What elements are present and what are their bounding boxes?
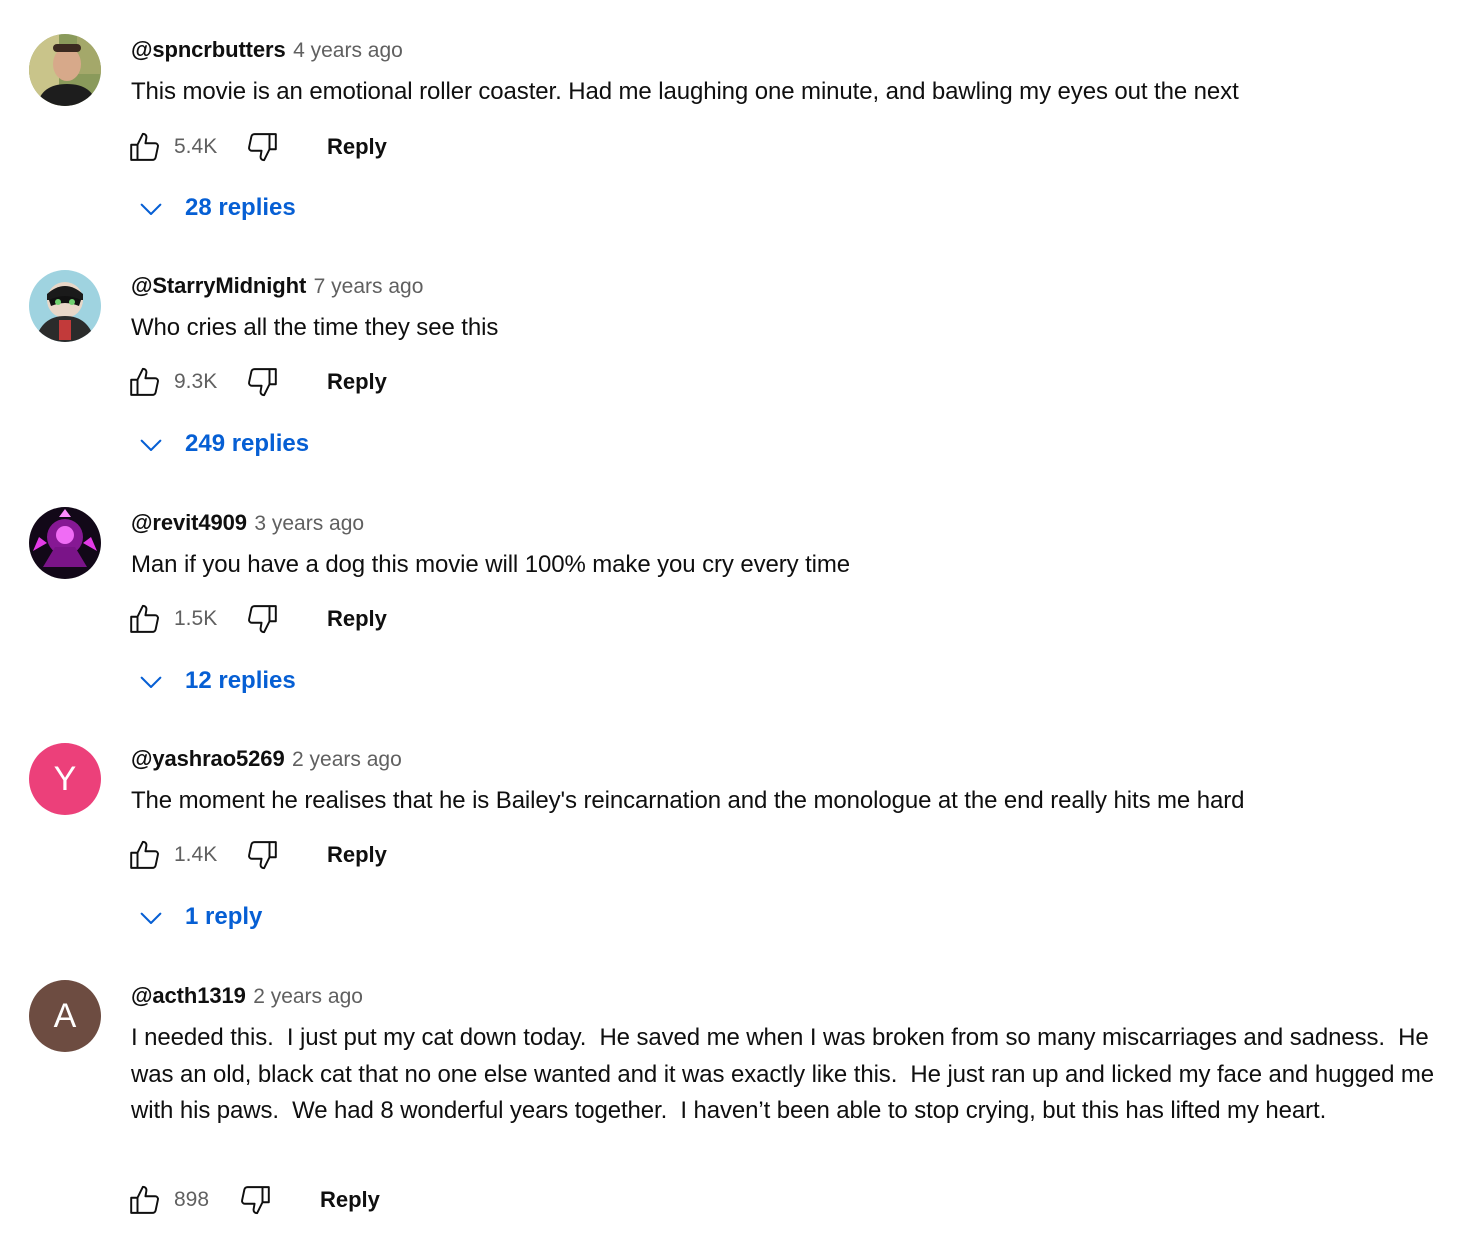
comment-actions: 5.4K Reply bbox=[127, 129, 527, 169]
thumb-down-icon[interactable] bbox=[244, 601, 280, 637]
avatar[interactable]: A bbox=[29, 980, 101, 1052]
comment-actions: 1.5K Reply bbox=[127, 601, 527, 641]
comment-header: @acth1319 2 years ago bbox=[131, 980, 363, 1012]
comment-actions: 1.4K Reply bbox=[127, 837, 527, 877]
thumb-up-icon[interactable] bbox=[127, 129, 163, 165]
replies-count-label: 28 replies bbox=[185, 194, 296, 221]
reply-button[interactable]: Reply bbox=[327, 364, 387, 400]
chevron-down-icon bbox=[136, 430, 166, 460]
avatar[interactable]: Y bbox=[29, 743, 101, 815]
reply-button[interactable]: Reply bbox=[327, 129, 387, 165]
comment-header: @revit4909 3 years ago bbox=[131, 507, 364, 539]
comment-text: Man if you have a dog this movie will 10… bbox=[131, 551, 851, 578]
comment-header: @StarryMidnight 7 years ago bbox=[131, 270, 423, 302]
author-name[interactable]: @acth1319 bbox=[131, 983, 246, 1008]
reply-button[interactable]: Reply bbox=[320, 1182, 380, 1218]
author-name[interactable]: @StarryMidnight bbox=[131, 273, 306, 298]
like-count: 5.4K bbox=[174, 135, 218, 158]
avatar[interactable] bbox=[29, 507, 101, 579]
view-replies-button[interactable]: 249 replies bbox=[136, 424, 456, 464]
avatar[interactable] bbox=[29, 34, 101, 106]
comment-text: I needed this. I just put my cat down to… bbox=[131, 1024, 1441, 1124]
replies-count-label: 12 replies bbox=[185, 667, 296, 694]
view-replies-button[interactable]: 1 reply bbox=[136, 897, 456, 937]
thumb-down-icon[interactable] bbox=[244, 364, 280, 400]
like-count: 9.3K bbox=[174, 370, 218, 393]
thumb-up-icon[interactable] bbox=[127, 837, 163, 873]
comment-text: Who cries all the time they see this bbox=[131, 314, 499, 341]
avatar[interactable] bbox=[29, 270, 101, 342]
author-name[interactable]: @revit4909 bbox=[131, 510, 247, 535]
comment-text: This movie is an emotional roller coaste… bbox=[131, 78, 1239, 105]
thumb-up-icon[interactable] bbox=[127, 1182, 163, 1218]
reply-button[interactable]: Reply bbox=[327, 837, 387, 873]
comment-actions: 9.3K Reply bbox=[127, 364, 527, 404]
author-name[interactable]: @yashrao5269 bbox=[131, 746, 285, 771]
like-count: 898 bbox=[174, 1188, 210, 1211]
view-replies-button[interactable]: 28 replies bbox=[136, 188, 456, 228]
chevron-down-icon bbox=[136, 903, 166, 933]
comment-header: @yashrao5269 2 years ago bbox=[131, 743, 402, 775]
avatar-initial: Y bbox=[53, 759, 77, 798]
like-count: 1.5K bbox=[174, 607, 218, 630]
chevron-down-icon bbox=[136, 667, 166, 697]
thumb-up-icon[interactable] bbox=[127, 364, 163, 400]
comment-actions: 898 Reply bbox=[127, 1182, 527, 1222]
comment-text: The moment he realises that he is Bailey… bbox=[131, 787, 1245, 814]
like-count: 1.4K bbox=[174, 843, 218, 866]
timestamp[interactable]: 7 years ago bbox=[314, 275, 424, 298]
thumb-down-icon[interactable] bbox=[244, 129, 280, 165]
timestamp[interactable]: 2 years ago bbox=[292, 748, 402, 771]
chevron-down-icon bbox=[136, 194, 166, 224]
comment-header: @spncrbutters 4 years ago bbox=[131, 34, 403, 66]
avatar-initial: A bbox=[53, 996, 77, 1035]
view-replies-button[interactable]: 12 replies bbox=[136, 661, 456, 701]
timestamp[interactable]: 4 years ago bbox=[293, 39, 403, 62]
replies-count-label: 249 replies bbox=[185, 430, 310, 457]
timestamp[interactable]: 2 years ago bbox=[253, 985, 363, 1008]
thumb-down-icon[interactable] bbox=[244, 837, 280, 873]
reply-button[interactable]: Reply bbox=[327, 601, 387, 637]
thumb-down-icon[interactable] bbox=[237, 1182, 273, 1218]
author-name[interactable]: @spncrbutters bbox=[131, 37, 286, 62]
replies-count-label: 1 reply bbox=[185, 903, 263, 930]
timestamp[interactable]: 3 years ago bbox=[254, 512, 364, 535]
thumb-up-icon[interactable] bbox=[127, 601, 163, 637]
